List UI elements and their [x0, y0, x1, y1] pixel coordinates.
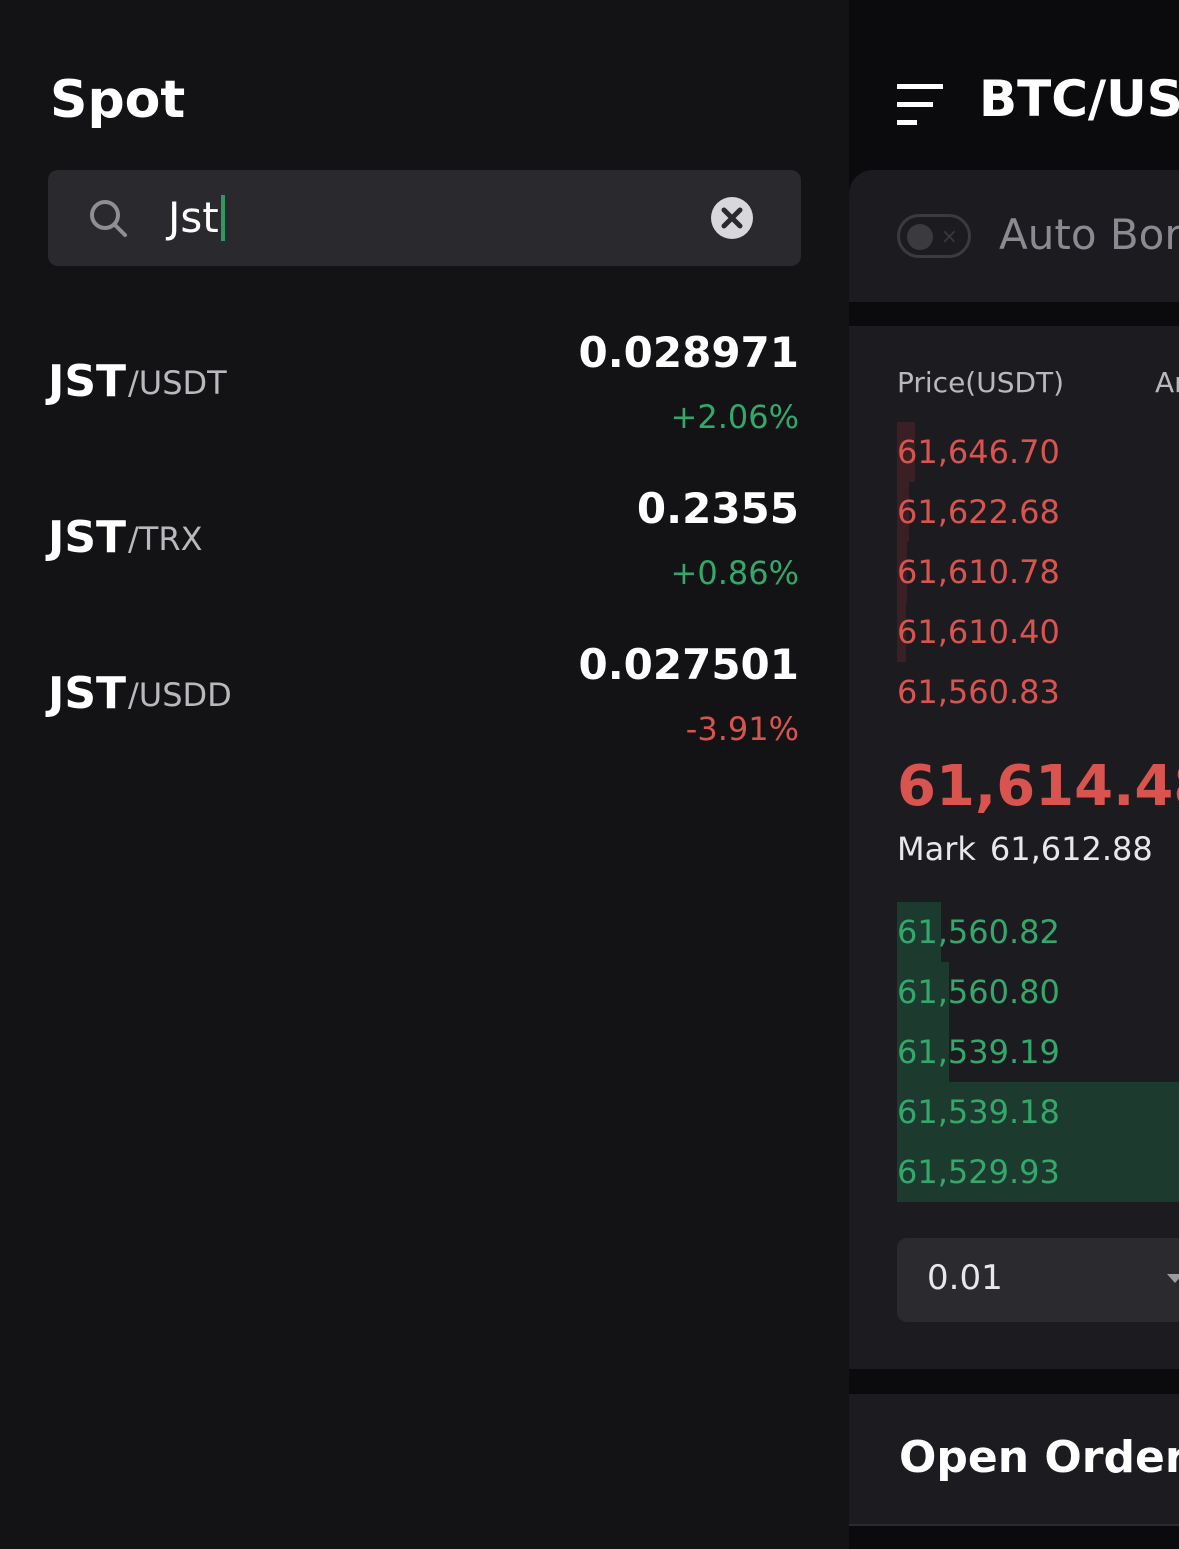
toggle-off-icon: × [941, 224, 958, 248]
ask-price[interactable]: 61,560.83 [897, 672, 1060, 712]
pair-base: JST [48, 668, 127, 719]
clear-icon[interactable] [710, 196, 754, 240]
drawer-title: Spot [50, 70, 186, 130]
bid-price[interactable]: 61,560.82 [897, 912, 1060, 952]
ask-price[interactable]: 61,622.68 [897, 492, 1060, 532]
search-icon [90, 200, 127, 237]
bid-price[interactable]: 61,560.80 [897, 972, 1060, 1012]
precision-value: 0.01 [927, 1258, 1003, 1298]
precision-select[interactable]: 0.01 [897, 1238, 1179, 1322]
pair-base: JST [48, 512, 127, 563]
pair-quote: /TRX [128, 520, 203, 558]
bid-price[interactable]: 61,529.93 [897, 1152, 1060, 1192]
ask-price[interactable]: 61,646.70 [897, 432, 1060, 472]
ask-price[interactable]: 61,610.40 [897, 612, 1060, 652]
ask-price[interactable]: 61,610.78 [897, 552, 1060, 592]
mark-price-line: Mark 61,612.88 [897, 830, 1153, 868]
bid-price[interactable]: 61,539.18 [897, 1092, 1060, 1132]
pair-change: -3.91% [685, 710, 799, 748]
market-drawer: Spot Jst JST /USDT 0.028971 +2.06% JST /… [0, 0, 849, 1549]
pair-price: 0.2355 [636, 484, 799, 533]
price-header: Price(USDT) [897, 366, 1065, 399]
search-box[interactable]: Jst [48, 170, 801, 266]
mark-price: 61,612.88 [989, 830, 1153, 868]
menu-icon[interactable] [897, 84, 943, 126]
mark-label: Mark [897, 830, 976, 868]
search-input-value: Jst [168, 193, 219, 242]
pair-base: JST [48, 356, 127, 407]
order-book: Price(USDT) Amount 61,646.70 61,622.68 6… [849, 326, 1179, 1369]
pair-quote: /USDD [128, 676, 232, 714]
caret-down-icon [1167, 1274, 1179, 1283]
last-price: 61,614.48 [897, 754, 1179, 819]
pair-change: +0.86% [670, 554, 799, 592]
pair-row-jst-trx[interactable]: JST /TRX 0.2355 +0.86% [0, 482, 849, 638]
pair-row-jst-usdt[interactable]: JST /USDT 0.028971 +2.06% [0, 326, 849, 482]
toggle-knob [907, 224, 933, 250]
auto-borrow-label: Auto Borrow [999, 210, 1179, 259]
pair-title[interactable]: BTC/USDT [979, 70, 1179, 128]
pair-quote: /USDT [128, 364, 227, 402]
search-input[interactable]: Jst [168, 188, 225, 248]
pair-change: +2.06% [670, 398, 799, 436]
pair-price: 0.027501 [578, 640, 799, 689]
bid-price[interactable]: 61,539.19 [897, 1032, 1060, 1072]
pair-price: 0.028971 [578, 328, 799, 377]
open-orders-title[interactable]: Open Orders [899, 1432, 1179, 1483]
app-root: BTC/USDT × Auto Borrow Price(USDT) Amoun… [0, 0, 1179, 1549]
divider [849, 1524, 1179, 1526]
auto-borrow-toggle[interactable]: × [897, 214, 971, 258]
amount-header: Amount [1155, 366, 1179, 399]
open-orders-card: Open Orders [849, 1394, 1179, 1526]
auto-borrow-card: × Auto Borrow [849, 170, 1179, 302]
pair-row-jst-usdd[interactable]: JST /USDD 0.027501 -3.91% [0, 638, 849, 794]
text-cursor [220, 194, 225, 241]
trading-screen: BTC/USDT × Auto Borrow Price(USDT) Amoun… [849, 0, 1179, 1549]
